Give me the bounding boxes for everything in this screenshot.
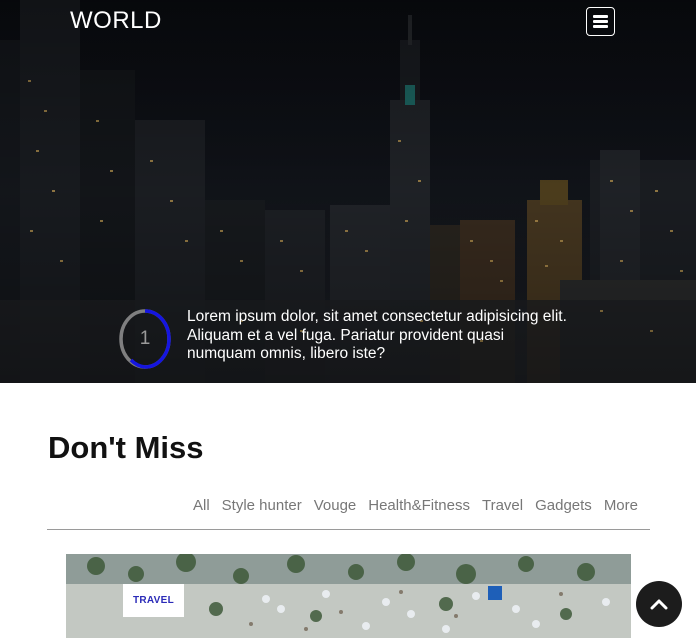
- scroll-to-top-button[interactable]: [636, 581, 682, 627]
- brand-logo[interactable]: WORLD: [70, 7, 162, 35]
- filter-more[interactable]: More: [604, 497, 638, 514]
- filter-health-fitness[interactable]: Health&Fitness: [368, 497, 470, 514]
- chevron-up-icon: [650, 599, 668, 610]
- filter-gadgets[interactable]: Gadgets: [535, 497, 592, 514]
- category-filters: All Style hunter Vouge Health&Fitness Tr…: [193, 497, 638, 514]
- slide-number: 1: [139, 328, 151, 349]
- slide-caption: Lorem ipsum dolor, sit amet consectetur …: [187, 308, 567, 362]
- section-divider: [47, 529, 650, 530]
- slide-indicator[interactable]: 1: [119, 308, 171, 370]
- filter-all[interactable]: All: [193, 497, 210, 514]
- filter-travel[interactable]: Travel: [482, 497, 523, 514]
- hamburger-menu-icon: [593, 15, 608, 28]
- section-title: Don't Miss: [48, 430, 204, 465]
- menu-toggle-button[interactable]: [586, 7, 615, 36]
- article-card[interactable]: TRAVEL: [66, 554, 631, 638]
- category-tag[interactable]: TRAVEL: [123, 584, 184, 617]
- filter-vouge[interactable]: Vouge: [314, 497, 357, 514]
- filter-style-hunter[interactable]: Style hunter: [222, 497, 302, 514]
